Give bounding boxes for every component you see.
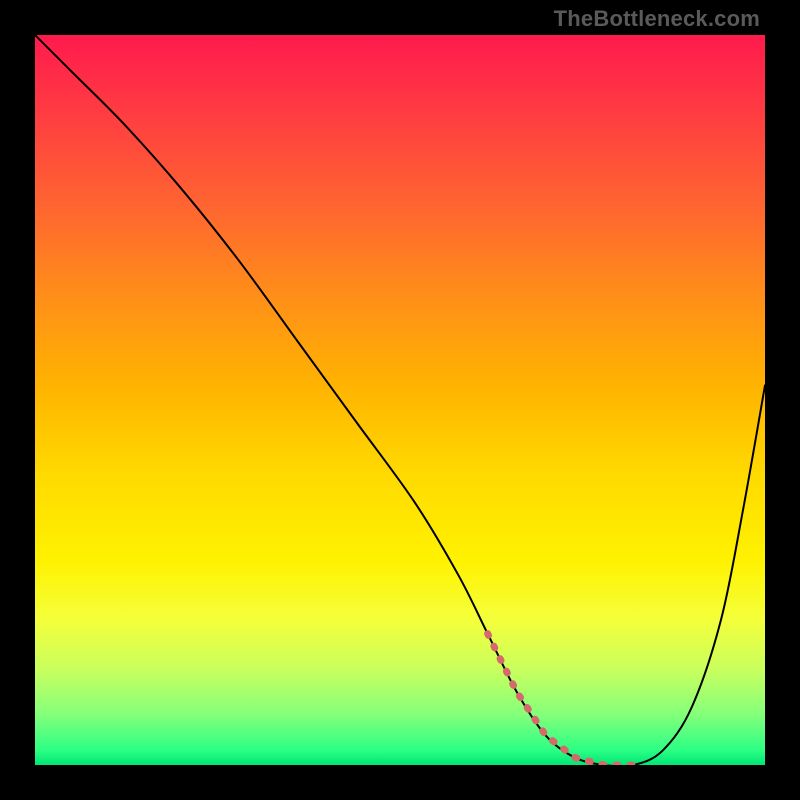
bottleneck-curve <box>35 35 765 765</box>
attribution-text: TheBottleneck.com <box>554 6 760 32</box>
flat-region-markers <box>488 634 634 765</box>
plot-area <box>35 35 765 765</box>
curve-path <box>35 35 765 765</box>
chart-frame: TheBottleneck.com <box>0 0 800 800</box>
